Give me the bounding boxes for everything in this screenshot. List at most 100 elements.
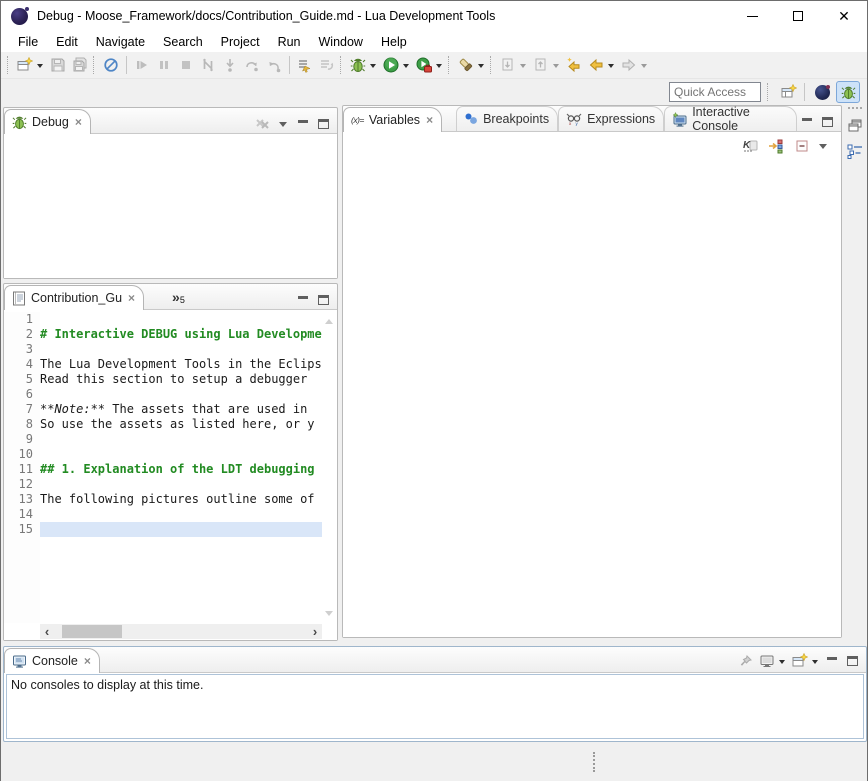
maximize-window-button[interactable] — [775, 1, 821, 31]
tab-expressions[interactable]: xy Expressions — [558, 106, 664, 131]
lua-perspective-button[interactable] — [810, 81, 834, 103]
debug-maximize-button[interactable] — [313, 115, 333, 133]
variables-view-body[interactable] — [343, 159, 841, 637]
debug-minimize-button[interactable] — [293, 115, 313, 133]
close-icon[interactable]: × — [426, 113, 433, 127]
close-icon[interactable]: × — [84, 654, 91, 668]
toolbar-grip[interactable] — [448, 56, 453, 74]
next-annotation-button — [497, 54, 530, 76]
horizontal-scroll-thumb[interactable] — [62, 625, 122, 638]
toolbar-grip[interactable] — [767, 83, 772, 101]
editor-minimize-button[interactable] — [293, 291, 313, 309]
debug-button[interactable] — [347, 54, 380, 76]
line-number: 12 — [4, 477, 40, 492]
menu-navigate[interactable]: Navigate — [87, 33, 154, 51]
tab-interactive-console[interactable]: Interactive Console — [664, 106, 797, 131]
run-button[interactable] — [380, 54, 413, 76]
search-button[interactable] — [455, 54, 488, 76]
toolbar-grip[interactable] — [340, 56, 345, 74]
external-tools-button[interactable] — [413, 54, 446, 76]
editor-text-area[interactable]: # Interactive DEBUG using Lua Developme … — [40, 312, 322, 623]
scroll-right-icon[interactable]: › — [308, 624, 322, 639]
scroll-up-icon[interactable] — [325, 315, 333, 324]
close-icon[interactable]: × — [128, 291, 135, 305]
tab-contribution-guide[interactable]: Contribution_Gu × — [4, 285, 144, 310]
show-type-names-icon: K — [742, 138, 758, 154]
variables-maximize-button[interactable] — [817, 113, 837, 131]
show-type-names-button[interactable]: K — [739, 135, 761, 157]
debug-view-body[interactable] — [4, 134, 337, 278]
menu-project[interactable]: Project — [212, 33, 269, 51]
tab-breakpoints-label: Breakpoints — [483, 112, 549, 126]
minimize-icon — [827, 657, 837, 660]
editor-tab-overflow[interactable]: »5 — [172, 289, 185, 305]
bottom-trim-drag-handle[interactable] — [593, 752, 595, 772]
toolbar-grip[interactable] — [7, 56, 12, 74]
editor-body[interactable]: 1 2 3 4 5 6 7 8 9 10 11 12 13 14 15 # In… — [4, 310, 337, 640]
close-window-button[interactable]: ✕ — [821, 1, 867, 31]
show-logical-structures-button[interactable] — [765, 135, 787, 157]
status-bar — [1, 742, 867, 781]
use-step-filters-button[interactable] — [294, 54, 316, 76]
editor-horizontal-scrollbar[interactable]: ‹ › — [40, 624, 322, 639]
scroll-left-icon[interactable]: ‹ — [40, 624, 54, 639]
display-console-dropdown[interactable] — [779, 660, 785, 667]
restore-views-button[interactable] — [845, 115, 865, 135]
last-edit-location-button[interactable] — [563, 54, 585, 76]
line-number: 1 — [4, 312, 40, 327]
console-maximize-button[interactable] — [842, 652, 862, 670]
step-over-button — [241, 54, 263, 76]
variables-minimize-button[interactable] — [797, 113, 817, 131]
console-minimize-button[interactable] — [822, 652, 842, 670]
external-tools-icon — [416, 57, 432, 73]
new-wizard-dropdown[interactable] — [37, 64, 43, 71]
tab-interactive-console-label: Interactive Console — [692, 105, 788, 133]
debug-dropdown[interactable] — [370, 64, 376, 71]
tab-debug[interactable]: Debug × — [4, 109, 91, 134]
display-selected-console-button[interactable] — [756, 650, 789, 672]
remove-all-terminated-icon — [255, 116, 271, 132]
interactive-console-icon — [672, 112, 687, 127]
collapse-all-button[interactable] — [791, 135, 813, 157]
menu-edit[interactable]: Edit — [47, 33, 87, 51]
skip-all-breakpoints-button[interactable] — [100, 54, 122, 76]
toolbar-grip[interactable] — [490, 56, 495, 74]
menu-file[interactable]: File — [9, 33, 47, 51]
tab-variables-label: Variables — [369, 113, 420, 127]
close-icon[interactable]: × — [75, 115, 82, 129]
console-body[interactable]: No consoles to display at this time. — [6, 674, 864, 739]
editor-maximize-button[interactable] — [313, 291, 333, 309]
minimize-window-button[interactable] — [729, 1, 775, 31]
search-dropdown[interactable] — [478, 64, 484, 71]
pin-icon — [738, 653, 754, 669]
console-icon — [12, 654, 27, 669]
toolbar-grip[interactable] — [93, 56, 98, 74]
menu-run[interactable]: Run — [269, 33, 310, 51]
menu-help[interactable]: Help — [372, 33, 416, 51]
debug-view-menu-button[interactable] — [273, 115, 293, 133]
menu-search[interactable]: Search — [154, 33, 212, 51]
previous-annotation-button — [530, 54, 563, 76]
maximize-icon — [822, 117, 833, 127]
new-wizard-button[interactable] — [14, 54, 47, 76]
trim-drag-handle[interactable] — [848, 107, 862, 109]
tab-variables[interactable]: (x)= Variables × — [343, 107, 442, 132]
external-tools-dropdown[interactable] — [436, 64, 442, 71]
menu-window[interactable]: Window — [310, 33, 372, 51]
use-step-filters-icon — [297, 57, 313, 73]
open-console-dropdown[interactable] — [812, 660, 818, 667]
run-dropdown[interactable] — [403, 64, 409, 71]
code-line: # Interactive DEBUG using Lua Developme — [40, 327, 322, 342]
variables-view-menu-button[interactable] — [813, 137, 833, 155]
debug-perspective-button[interactable] — [836, 81, 860, 103]
editor-vertical-scrollbar[interactable] — [322, 312, 336, 623]
open-perspective-button[interactable] — [778, 81, 800, 103]
outline-view-button[interactable] — [845, 141, 865, 161]
back-button[interactable] — [585, 54, 618, 76]
tab-console[interactable]: Console × — [4, 648, 100, 673]
scroll-down-icon[interactable] — [325, 611, 333, 620]
open-console-button[interactable] — [789, 650, 822, 672]
back-dropdown[interactable] — [608, 64, 614, 71]
quick-access-input[interactable] — [669, 82, 761, 102]
tab-breakpoints[interactable]: Breakpoints — [456, 106, 558, 131]
